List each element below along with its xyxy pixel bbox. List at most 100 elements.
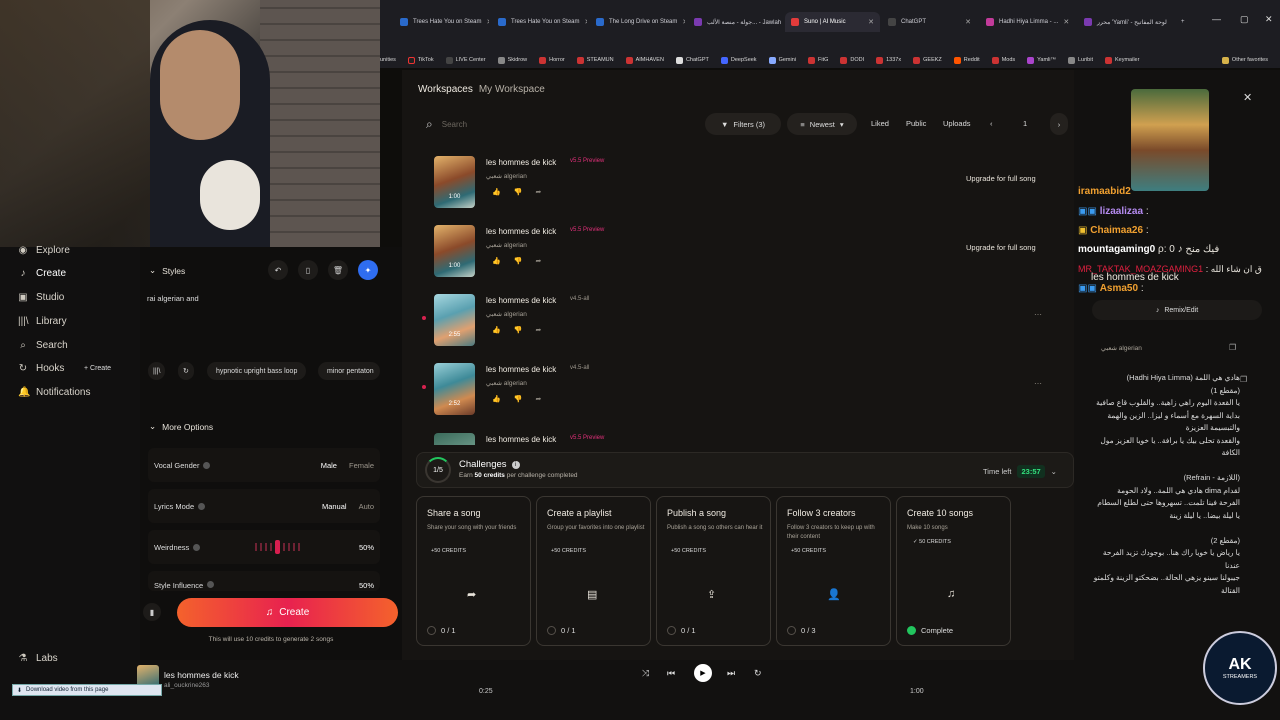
bookmark[interactable]: Skidrow: [497, 56, 527, 64]
bookmark[interactable]: AIMHAVEN: [625, 56, 664, 64]
undo-button[interactable]: ↶: [268, 260, 288, 280]
song-title[interactable]: les hommes de kick: [486, 435, 556, 444]
clear-all-button[interactable]: ▮: [143, 603, 161, 621]
next-icon[interactable]: ⏭: [727, 668, 735, 679]
bookmark[interactable]: STEAMUN: [576, 56, 614, 64]
song-title[interactable]: les hommes de kick: [486, 296, 556, 305]
close-icon[interactable]: ✕: [1063, 18, 1069, 26]
clear-button[interactable]: 🗑: [328, 260, 348, 280]
hooks-create-button[interactable]: + Create: [84, 365, 111, 372]
browser-tab[interactable]: جولة - منصة الألب... - Jawlah✕: [688, 12, 783, 32]
minimize-icon[interactable]: —: [1212, 14, 1221, 24]
song-row[interactable]: les hommes de kick v5.5 Preview: [418, 427, 1058, 445]
bookmark[interactable]: Luribit: [1068, 56, 1093, 64]
browser-tab[interactable]: The Long Drive on Steam✕: [590, 12, 685, 32]
repeat-icon[interactable]: ↻: [754, 668, 762, 679]
browser-tab[interactable]: Trees Hate You on Steam✕: [394, 12, 489, 32]
bookmark[interactable]: ChatGPT: [675, 56, 709, 64]
slider-handle[interactable]: [275, 540, 280, 554]
bookmark[interactable]: Horror: [539, 56, 565, 64]
thumbs-down-icon[interactable]: 👎: [514, 257, 523, 265]
styles-input[interactable]: rai algerian and: [147, 294, 199, 303]
bookmark[interactable]: 1337x: [876, 56, 901, 64]
download-video-bar[interactable]: ⬇ Download video from this page: [12, 684, 162, 696]
copy-button[interactable]: ▯: [298, 260, 318, 280]
thumbs-up-icon[interactable]: 👍: [492, 395, 501, 403]
nav-create[interactable]: ♪ Create: [18, 268, 67, 279]
thumbs-down-icon[interactable]: 👎: [514, 395, 523, 403]
more-options-icon[interactable]: ⋯: [1034, 310, 1042, 319]
share-icon[interactable]: ➦: [535, 188, 541, 196]
upgrade-link[interactable]: Upgrade for full song: [966, 243, 1036, 252]
share-icon[interactable]: ➦: [535, 257, 541, 265]
lyrics-auto-option[interactable]: Auto: [359, 502, 374, 511]
window-close-icon[interactable]: ✕: [1265, 14, 1273, 25]
lyrics-manual-option[interactable]: Manual: [322, 502, 347, 511]
close-icon[interactable]: ✕: [965, 18, 971, 26]
chevron-down-icon[interactable]: ⌄: [1051, 467, 1057, 476]
bookmark[interactable]: Keymailer: [1104, 56, 1139, 64]
thumbs-up-icon[interactable]: 👍: [492, 188, 501, 196]
filter-liked[interactable]: Liked: [871, 119, 889, 128]
bookmark[interactable]: unities: [380, 57, 396, 63]
player-title[interactable]: les hommes de kick: [164, 670, 239, 680]
filter-uploads[interactable]: Uploads: [943, 119, 971, 128]
breadcrumb-workspaces[interactable]: Workspaces: [418, 84, 473, 95]
workspace-search[interactable]: ⌕ Search: [426, 114, 686, 134]
nav-studio[interactable]: ▣ Studio: [18, 292, 64, 303]
more-options-icon[interactable]: ⋯: [1034, 379, 1042, 388]
bookmark[interactable]: DODI: [840, 56, 864, 64]
more-options-header[interactable]: ⌄ More Options: [149, 421, 213, 432]
shuffle-icon[interactable]: ⤨: [642, 668, 649, 679]
prev-page-icon[interactable]: ‹: [990, 119, 993, 128]
nav-labs[interactable]: ⚗ Labs: [18, 653, 58, 664]
bookmark[interactable]: Mods: [991, 56, 1015, 64]
magic-wand-button[interactable]: ✦: [358, 260, 378, 280]
thumbs-up-icon[interactable]: 👍: [492, 326, 501, 334]
nav-library[interactable]: |||\ Library: [18, 316, 67, 327]
bookmark[interactable]: Reddit: [953, 56, 980, 64]
maximize-icon[interactable]: ▢: [1240, 14, 1249, 25]
challenge-card[interactable]: Create a playlist Group your favorites i…: [536, 496, 651, 646]
challenge-card[interactable]: Create 10 songs Make 10 songs ✓ 50 CREDI…: [896, 496, 1011, 646]
previous-icon[interactable]: ⏮: [667, 668, 675, 679]
styles-header[interactable]: ⌄ Styles: [149, 265, 185, 276]
browser-tab[interactable]: Hadhi Hiya Limma - ... ✕: [980, 12, 1075, 32]
browser-tab[interactable]: Trees Hate You on Steam✕: [492, 12, 587, 32]
song-title[interactable]: les hommes de kick: [486, 158, 556, 167]
upgrade-link[interactable]: Upgrade for full song: [966, 174, 1036, 183]
search-input[interactable]: Search: [442, 120, 467, 129]
song-row[interactable]: 1:00 les hommes de kick v5.5 Preview شعب…: [418, 219, 1058, 285]
play-button[interactable]: ▶: [694, 664, 712, 682]
player-artist[interactable]: ali_ouckrine263: [164, 682, 210, 689]
challenge-card[interactable]: Publish a song Publish a song so others …: [656, 496, 771, 646]
copy-icon[interactable]: ❐: [1229, 343, 1236, 352]
nav-explore[interactable]: ◉ Explore: [18, 245, 70, 256]
share-icon[interactable]: ➦: [535, 326, 541, 334]
song-title[interactable]: les hommes de kick: [486, 365, 556, 374]
close-icon[interactable]: ✕: [487, 18, 490, 26]
close-icon[interactable]: ✕: [1243, 91, 1252, 104]
bookmark[interactable]: Yamli™: [1027, 56, 1056, 64]
weirdness-slider[interactable]: [255, 540, 325, 554]
close-icon[interactable]: ✕: [682, 18, 685, 26]
bookmark[interactable]: DeepSeek: [720, 56, 757, 64]
address-bar-area[interactable]: [380, 32, 1280, 52]
browser-tab-active[interactable]: Suno | AI Music ✕: [785, 12, 880, 32]
style-chip[interactable]: minor pentaton: [318, 362, 380, 380]
bookmark[interactable]: TikTok: [407, 56, 434, 64]
close-icon[interactable]: ✕: [585, 18, 588, 26]
next-page-button[interactable]: ›: [1050, 113, 1068, 135]
song-row[interactable]: 1:00 les hommes de kick v5.5 Preview شعب…: [418, 150, 1058, 216]
song-title[interactable]: les hommes de kick: [486, 227, 556, 236]
sort-button[interactable]: ≡ Newest ▾: [787, 113, 857, 135]
other-favorites[interactable]: Other favorites: [1221, 56, 1268, 64]
new-tab-button[interactable]: +: [1175, 12, 1191, 32]
bookmark[interactable]: Gemini: [768, 56, 796, 64]
share-icon[interactable]: ➦: [535, 395, 541, 403]
create-button[interactable]: ♫ Create: [177, 598, 398, 627]
refresh-chips-button[interactable]: ↻: [178, 362, 194, 380]
browser-tab[interactable]: محرر 'Yamli' - لوحة المفاتيح✕: [1078, 12, 1168, 32]
thumbs-up-icon[interactable]: 👍: [492, 257, 501, 265]
copy-icon[interactable]: ❐: [1240, 375, 1247, 384]
